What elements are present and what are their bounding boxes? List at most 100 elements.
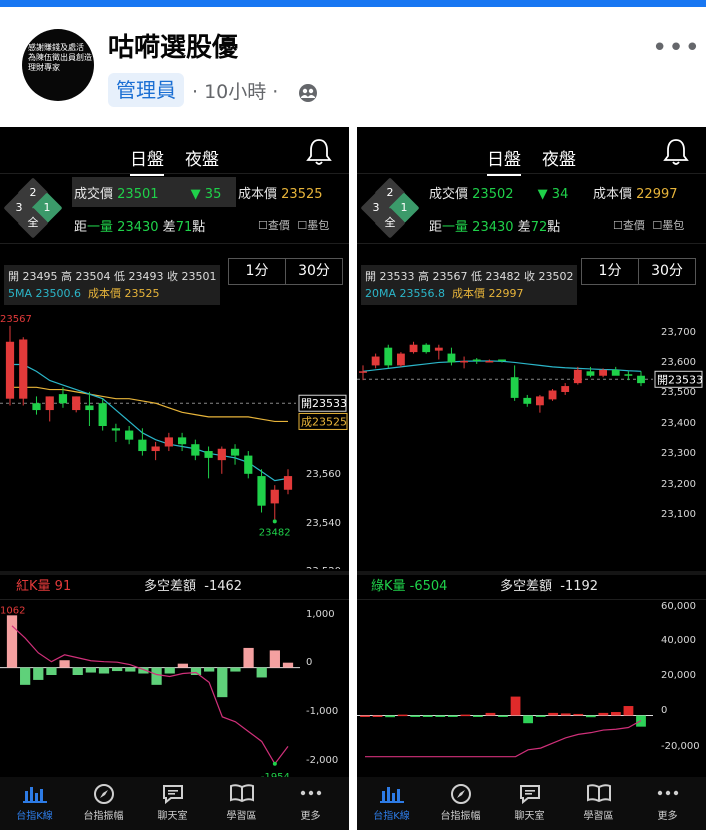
candle-body [498, 359, 506, 361]
volume-bar [510, 696, 521, 716]
avatar[interactable]: 感謝賺錢及處活 為陳伍徵出員創造 理財專家 [22, 29, 94, 101]
level-all-button[interactable]: 全 [374, 207, 406, 239]
down-arrow-icon: ▼ [190, 187, 201, 202]
interval-1min-button[interactable]: 1分 [581, 258, 639, 285]
cost-price-label: 成本價 [593, 187, 633, 202]
price-chart[interactable]: 23,700 23,600 23,500 23,400 23,300 23,200 23,1… [357, 307, 706, 569]
price-tick-label: 23,700 [661, 327, 696, 338]
ohlc-text: 開 23495 高 23504 低 23493 收 23501 [8, 270, 217, 283]
avatar-line-2: 為陳伍徵出員創造 [28, 53, 92, 62]
volume-bar [598, 712, 609, 716]
nav-item-more[interactable]: 更多 [276, 777, 345, 822]
volume-bar [282, 662, 294, 668]
separator [0, 599, 349, 600]
bell-icon[interactable] [306, 137, 332, 167]
nav-item-label: 更多 [300, 811, 321, 822]
friends-audience-icon[interactable] [298, 83, 318, 103]
volume-bar [473, 715, 483, 717]
volume-bar [548, 712, 559, 716]
tab-night-session[interactable]: 夜盤 [185, 145, 219, 174]
candle-body [371, 356, 380, 366]
nav-item-book[interactable]: 學習區 [207, 777, 276, 822]
separator [0, 243, 349, 244]
volume-bar [46, 667, 57, 675]
candle-body [460, 360, 469, 363]
tab-night-session[interactable]: 夜盤 [542, 145, 576, 174]
nav-item-chat[interactable]: 聊天室 [495, 777, 564, 822]
cost-text: 成本價 23525 [88, 287, 160, 300]
poster-name[interactable]: 咕嗬選股優 [108, 27, 238, 64]
check-pack-checkbox[interactable]: ☐墨包 [297, 219, 329, 232]
nav-item-compass[interactable]: 台指振幅 [69, 777, 138, 822]
candle-body [164, 437, 173, 447]
candle-body [151, 446, 160, 452]
cost-price-label: 成本價 [238, 187, 278, 202]
post-time[interactable]: · 10小時 · [192, 77, 278, 104]
interval-30min-button[interactable]: 30分 [638, 258, 696, 285]
tab-day-session[interactable]: 日盤 [486, 145, 521, 176]
volume-bar [217, 667, 228, 698]
volume-bar [397, 714, 408, 717]
price-tick-label: 23,100 [661, 509, 696, 520]
interval-30min-button[interactable]: 30分 [285, 258, 343, 285]
level-selector[interactable]: 2 3 1 全 [3, 177, 63, 239]
change-value: 35 [204, 187, 222, 202]
volume-bar [372, 715, 383, 717]
candle-body [85, 405, 94, 411]
candle-body [409, 344, 418, 353]
net-label: 多空差額 -1192 [500, 579, 599, 594]
tab-day-session[interactable]: 日盤 [129, 145, 164, 176]
nav-item-book[interactable]: 學習區 [564, 777, 633, 822]
ohlc-info: 開 23533 高 23567 低 23482 收 23502 20MA 235… [361, 265, 578, 305]
candle-body [270, 489, 279, 504]
more-icon [633, 777, 702, 807]
volume-bar [410, 715, 421, 717]
diff-unit: 點 [192, 220, 206, 235]
volume-bar [435, 715, 446, 717]
nav-item-label: 學習區 [583, 811, 614, 822]
diff-label: 差 [162, 220, 176, 235]
interval-1min-button[interactable]: 1分 [228, 258, 286, 285]
candle-body [32, 403, 41, 411]
check-pack-checkbox[interactable]: ☐墨包 [652, 219, 684, 232]
separator [357, 173, 706, 174]
nav-item-label: 台指K線 [373, 811, 410, 822]
price-tick-label: 23,400 [661, 418, 696, 429]
check-price-checkbox[interactable]: ☐查價 [613, 219, 645, 232]
nav-item-chat[interactable]: 聊天室 [138, 777, 207, 822]
cost-price-row: 成本價 22997 [593, 183, 678, 202]
candle-body [359, 371, 367, 373]
candle-body [217, 448, 226, 461]
post-more-button[interactable]: ••• [652, 33, 701, 63]
volume-bar [385, 715, 395, 718]
volume-bar [623, 706, 634, 716]
candle-body [447, 353, 456, 363]
volume-label: 紅K量 91 [16, 579, 72, 594]
price-chart[interactable]: 23,56023,54023,52023,50023,480開23533成235… [0, 307, 349, 569]
nav-item-compass[interactable]: 台指振幅 [426, 777, 495, 822]
volume-bar [230, 667, 241, 672]
volume-chart[interactable]: 1,0000-1,000-2,0001062-1954 [0, 601, 349, 777]
volume-tick-label: -1,000 [306, 706, 338, 717]
separator [357, 599, 706, 600]
bell-icon[interactable] [663, 137, 689, 167]
volume-tick-label: 0 [661, 705, 667, 716]
nav-item-bar-chart[interactable]: 台指K線 [357, 777, 426, 822]
volume-bar [422, 715, 433, 717]
trade-price-row: 成交價 23501 ▼ 35 [74, 183, 221, 202]
ma-text: 20MA 23556.8 [365, 287, 445, 300]
level-selector[interactable]: 2 3 1 全 [360, 177, 420, 239]
low-price-dot [272, 519, 277, 524]
candle-body [230, 448, 240, 456]
nav-item-bar-chart[interactable]: 台指K線 [0, 777, 69, 822]
candle-body [19, 339, 28, 399]
candle-body [177, 437, 187, 445]
cost-price-row: 成本價 23525 [238, 183, 323, 202]
volume-bar [98, 667, 110, 674]
volume-chart[interactable]: 60,000 40,000 20,000 0 -20,000 [357, 601, 706, 777]
ohlc-text: 開 23533 高 23567 低 23482 收 23502 [365, 270, 574, 283]
nav-item-more[interactable]: 更多 [633, 777, 702, 822]
volume-bar [447, 715, 458, 717]
level-all-button[interactable]: 全 [17, 207, 49, 239]
check-price-checkbox[interactable]: ☐查價 [258, 219, 290, 232]
